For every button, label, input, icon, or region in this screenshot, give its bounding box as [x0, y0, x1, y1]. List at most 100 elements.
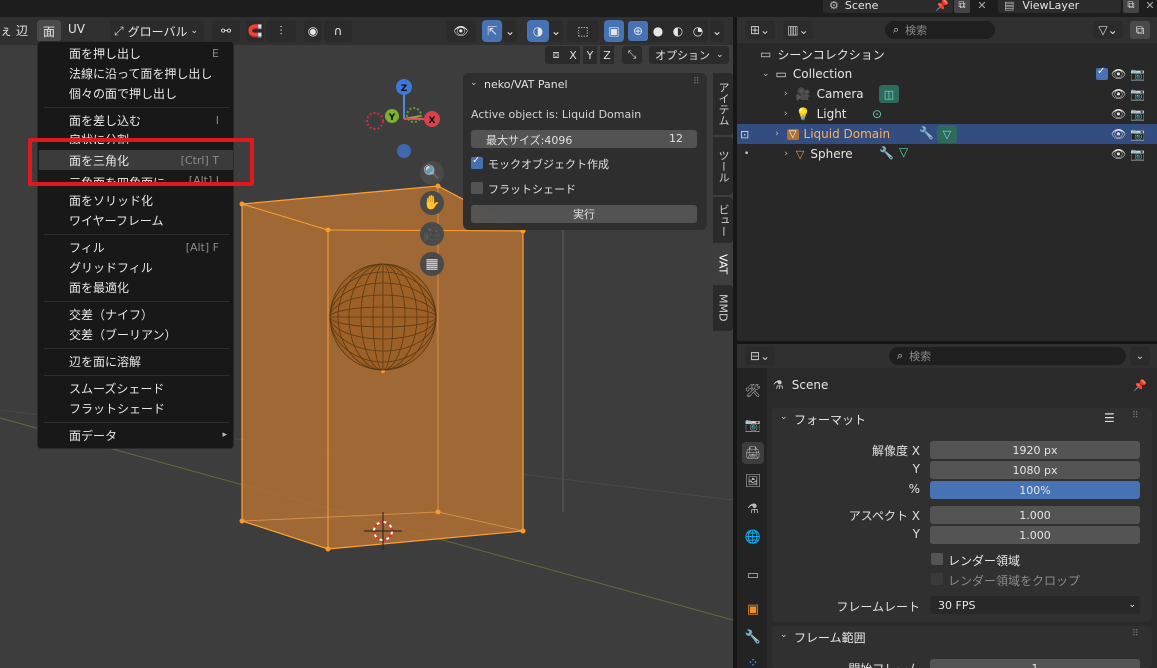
resolution-x-field[interactable]: 1920 px	[930, 441, 1140, 459]
presets-list-icon[interactable]: ☰	[1104, 411, 1115, 425]
view-layer-tab-icon[interactable]: 🖼	[742, 470, 764, 492]
aspect-x-field[interactable]: 1.000	[930, 506, 1140, 524]
rendered-shading-icon[interactable]: ◔	[688, 24, 708, 38]
tab-mmd[interactable]: MMD	[713, 285, 733, 331]
render-region-checkbox[interactable]	[931, 553, 943, 565]
eye-icon[interactable]: 👁	[1111, 127, 1126, 141]
output-tab-icon[interactable]: 🖨	[742, 442, 764, 464]
outliner-row-camera[interactable]: › 🎥 Camera ◫ 👁 📷	[737, 84, 1157, 104]
close-icon[interactable]: ✕	[975, 0, 989, 13]
area-divider[interactable]	[737, 341, 1157, 344]
wrench-icon[interactable]: 🔧	[879, 146, 894, 160]
menu-item[interactable]: 交差（ナイフ）	[39, 304, 233, 324]
tool-tab-icon[interactable]: 🛠	[742, 380, 764, 402]
filter-icon[interactable]: ▽⌄	[1093, 21, 1123, 39]
outliner-row-sphere[interactable]: • › ▽ Sphere 🔧 ▽ 👁 📷	[737, 144, 1157, 164]
render-tab-icon[interactable]: 📷	[742, 414, 764, 436]
visibility-icon[interactable]: 👁	[446, 20, 476, 42]
mesh-data-icon[interactable]: ▽	[899, 145, 908, 159]
outliner-row-light[interactable]: › 💡 Light ⊙ 👁 📷	[737, 104, 1157, 124]
eye-icon[interactable]: 👁	[1111, 87, 1126, 101]
resolution-percent-slider[interactable]: 100%	[930, 481, 1140, 499]
menu-item[interactable]: フィル [Alt] F	[39, 237, 233, 257]
object-tab-icon[interactable]: ▣	[742, 598, 764, 620]
chevron-down-icon[interactable]: ⌄	[780, 412, 788, 422]
eye-icon[interactable]: 👁	[1111, 67, 1126, 81]
start-frame-field[interactable]: 1	[930, 659, 1140, 668]
max-size-slider[interactable]: 最大サイズ:4096 12	[471, 130, 697, 148]
pan-hand-icon[interactable]: ✋	[420, 191, 444, 215]
scene-selector[interactable]: ⚙ Scene 📌	[823, 0, 953, 13]
menu-face[interactable]: 面	[37, 20, 61, 42]
tab-vat[interactable]: VAT	[713, 245, 733, 283]
wrench-icon[interactable]: 🔧	[919, 126, 934, 140]
solid-shading-icon[interactable]: ●	[648, 24, 668, 38]
xray-icon[interactable]: ▣	[604, 20, 624, 42]
menu-item[interactable]: 面を押し出し E	[39, 43, 233, 63]
menu-item[interactable]: 交差（ブーリアン）	[39, 324, 233, 344]
snap-target-icon[interactable]: ⫶	[266, 20, 296, 42]
mesh-edit-overlay-icon[interactable]: ⬚	[567, 20, 599, 42]
close-icon[interactable]: ✕	[1143, 0, 1157, 13]
wireframe-shading-icon[interactable]: ⊕	[628, 21, 648, 41]
proportional-edit-icon[interactable]: ◉	[304, 20, 322, 42]
overlays-icon[interactable]: ◑	[527, 20, 549, 42]
transform-orientation-dropdown[interactable]: ⤢ グローバル ⌄	[110, 20, 204, 42]
chevron-down-icon[interactable]: ⌄	[470, 78, 478, 88]
zoom-icon[interactable]: 🔍	[420, 161, 444, 185]
menu-item[interactable]: スムーズシェード	[39, 378, 233, 398]
eye-icon[interactable]: 👁	[1111, 147, 1126, 161]
gizmo-toggle-icon[interactable]: ⇱	[482, 20, 502, 42]
menu-uv[interactable]: UV	[68, 22, 85, 36]
menu-item[interactable]: 面を差し込む I	[39, 110, 233, 130]
new-viewlayer-icon[interactable]: ⧉	[1123, 0, 1139, 13]
chevron-down-icon[interactable]: ⌄	[503, 20, 517, 42]
falloff-icon[interactable]: ∩	[324, 20, 352, 42]
camera-render-icon[interactable]: 📷	[1130, 87, 1145, 101]
camera-view-icon[interactable]: 🎥	[420, 222, 444, 246]
menu-item[interactable]: 個々の面で押し出し	[39, 83, 233, 103]
menu-item[interactable]: 法線に沿って面を押し出し	[39, 63, 233, 83]
material-shading-icon[interactable]: ◐	[668, 24, 688, 38]
pin-icon[interactable]: 📌	[1133, 379, 1147, 392]
menu-mode-fragment[interactable]: ぇ	[0, 22, 12, 39]
mesh-data-icon[interactable]: ▽	[937, 125, 957, 143]
camera-render-icon[interactable]: 📷	[1130, 107, 1145, 121]
editor-type-icon[interactable]: ⊞⌄	[745, 21, 775, 39]
aspect-y-field[interactable]: 1.000	[930, 526, 1140, 544]
tab-tool[interactable]: ツール	[713, 137, 733, 195]
vat-panel-title[interactable]: neko/VAT Panel	[484, 78, 568, 91]
chevron-down-icon[interactable]: ⌄	[710, 20, 724, 42]
resolution-y-field[interactable]: 1080 px	[930, 461, 1140, 479]
outliner-search[interactable]: ⌕ 検索	[885, 21, 995, 39]
menu-item[interactable]: ワイヤーフレーム	[39, 210, 233, 230]
menu-edge[interactable]: 辺	[16, 22, 28, 39]
mirror-icon[interactable]: ⧈	[545, 46, 567, 64]
chevron-down-icon[interactable]: ⌄	[1130, 347, 1150, 365]
mirror-y-button[interactable]: Y	[583, 46, 597, 64]
camera-render-icon[interactable]: 📷	[1130, 127, 1145, 141]
properties-search[interactable]: ⌕ 検索	[889, 347, 1126, 365]
frame-rate-dropdown[interactable]: 30 FPS ⌄	[930, 596, 1140, 614]
camera-data-icon[interactable]: ◫	[879, 85, 899, 103]
new-scene-icon[interactable]: ⧉	[954, 0, 970, 13]
tab-view[interactable]: ビュー	[713, 197, 733, 243]
drag-handle-icon[interactable]: ⠿	[693, 77, 700, 87]
menu-item[interactable]: 面を最適化	[39, 277, 233, 297]
snap-toggle-icon[interactable]: 🧲	[246, 20, 264, 42]
menu-item-face-data[interactable]: 面データ ▸	[39, 425, 233, 445]
modifier-tab-icon[interactable]: 🔧	[742, 626, 764, 648]
mirror-x-button[interactable]: X	[566, 46, 580, 64]
options-dropdown[interactable]: オプション ⌄	[649, 46, 729, 64]
menu-item[interactable]: グリッドフィル	[39, 257, 233, 277]
scene-collection-row[interactable]: ▭ シーンコレクション	[737, 44, 1157, 64]
viewlayer-selector[interactable]: ▤ ViewLayer	[998, 0, 1121, 13]
pivot-point-icon[interactable]: ⚯	[212, 20, 240, 42]
ortho-grid-icon[interactable]: ▦	[420, 252, 444, 276]
scene-tab-icon[interactable]: ⚗	[742, 498, 764, 520]
display-mode-icon[interactable]: ▥⌄	[783, 21, 813, 39]
crop-region-checkbox[interactable]	[931, 573, 943, 585]
camera-render-icon[interactable]: 📷	[1130, 147, 1145, 161]
menu-item[interactable]: フラットシェード	[39, 398, 233, 418]
mock-object-checkbox[interactable]	[471, 155, 483, 169]
